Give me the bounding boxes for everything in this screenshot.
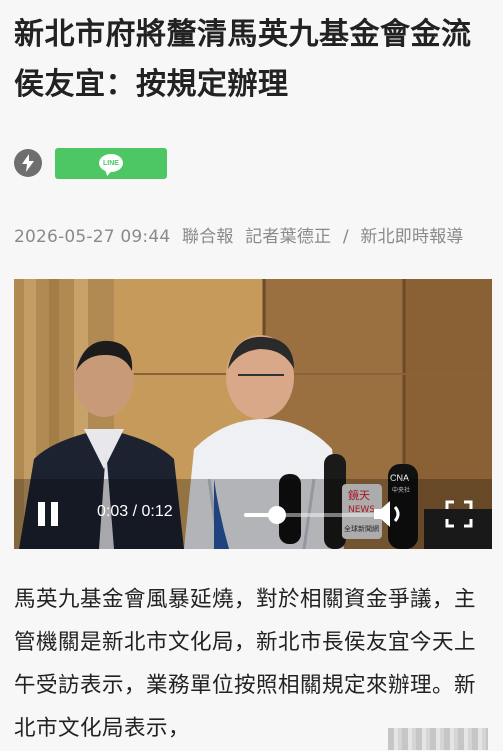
fullscreen-icon[interactable]	[444, 499, 474, 529]
news-section: 新北即時報導	[360, 227, 464, 247]
seek-handle[interactable]	[267, 506, 286, 524]
article-body: 馬英九基金會風暴延燒，對於相關資金爭議，主管機關是新北市文化局，新北市長侯友宜今…	[14, 578, 492, 750]
time-separator: /	[128, 503, 142, 520]
video-controls: 0:03 / 0:12	[14, 479, 492, 549]
news-source: 聯合報	[182, 227, 234, 247]
duration: 0:12	[141, 503, 173, 520]
article-meta: 2026-05-27 09:44 聯合報 記者葉德正 / 新北即時報導	[14, 222, 470, 247]
pause-icon[interactable]	[36, 502, 62, 526]
line-share-button[interactable]: LINE	[55, 147, 167, 179]
video-player[interactable]: 鏡天 NEWS 全球新聞網 CNA 中央社 0:03 / 0:12	[14, 279, 492, 549]
volume-icon[interactable]	[371, 498, 407, 530]
publish-datetime: 2026-05-27 09:44	[14, 227, 171, 247]
reporter-name: 記者葉德正	[245, 227, 332, 247]
video-time: 0:03 / 0:12	[97, 503, 173, 521]
lightning-bolt-icon	[22, 154, 34, 172]
line-icon: LINE	[99, 154, 123, 172]
body-paragraph: 馬英九基金會風暴延燒，對於相關資金爭議，主管機關是新北市文化局，新北市長侯友宜今…	[14, 587, 477, 741]
seek-bar[interactable]	[244, 506, 374, 524]
article-headline: 新北市府將釐清馬英九基金會金流 侯友宜：按規定辦理	[14, 17, 472, 102]
current-time: 0:03	[97, 503, 129, 520]
meta-separator: /	[342, 227, 349, 247]
flash-share-button[interactable]	[14, 149, 42, 177]
obscured-text-overlay	[388, 728, 488, 750]
share-bar: LINE	[14, 147, 167, 179]
